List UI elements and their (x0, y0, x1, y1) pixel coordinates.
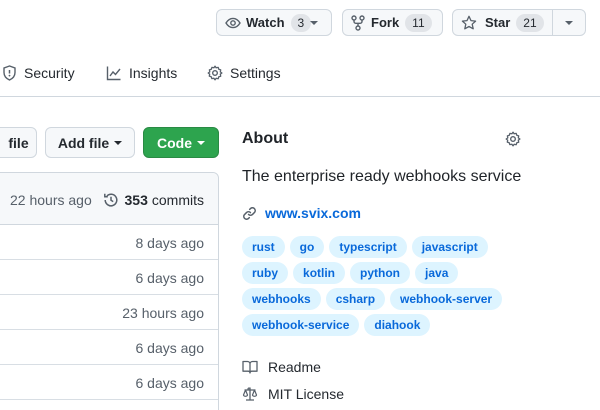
table-row[interactable]: 6 days ago (0, 260, 218, 295)
add-file-button[interactable]: Add file (45, 127, 135, 158)
topic-tag[interactable]: webhook-service (242, 314, 360, 336)
watch-dropdown[interactable] (305, 10, 324, 35)
fork-count: 11 (405, 13, 432, 32)
table-row[interactable]: 23 hours ago (0, 295, 218, 330)
topic-tag[interactable]: webhook-server (390, 288, 503, 310)
latest-commit-bar: 22 hours ago 353 commits (0, 173, 218, 225)
topic-tag[interactable]: typescript (329, 236, 407, 258)
graph-icon (106, 65, 122, 81)
repo-description: The enterprise ready webhooks service (242, 168, 522, 185)
tab-security-label: Security (24, 65, 75, 81)
about-settings-button[interactable] (505, 131, 521, 152)
last-commit-time: 22 hours ago (10, 192, 92, 208)
readme-link[interactable]: Readme (242, 359, 321, 375)
star-count: 21 (516, 13, 544, 32)
license-link[interactable]: MIT License (242, 386, 344, 402)
star-button-group: Star 21 (452, 9, 586, 36)
link-icon (242, 206, 257, 221)
watch-button-group: Watch 3 (216, 9, 332, 36)
website-url: www.svix.com (265, 205, 361, 221)
topic-tag[interactable]: kotlin (293, 262, 346, 284)
history-icon (103, 192, 119, 208)
watch-button[interactable]: Watch 3 (217, 10, 312, 35)
tab-security[interactable]: Security (2, 65, 75, 81)
readme-label: Readme (268, 359, 321, 375)
fork-button-group: Fork 11 (342, 9, 443, 36)
book-icon (242, 359, 258, 375)
watch-label: Watch (246, 15, 285, 30)
table-row[interactable]: 8 days ago (0, 225, 218, 260)
code-button[interactable]: Code (143, 127, 219, 158)
go-to-file-label: file (8, 134, 29, 151)
about-heading: About (242, 130, 289, 147)
topic-tag[interactable]: csharp (325, 288, 386, 310)
go-to-file-button[interactable]: file (0, 127, 37, 158)
fork-button[interactable]: Fork 11 (343, 10, 442, 35)
tab-insights[interactable]: Insights (106, 65, 177, 81)
topic-tag[interactable]: rust (242, 236, 285, 258)
chevron-down-icon (310, 20, 318, 25)
topic-tag[interactable]: java (415, 262, 459, 284)
topic-tag[interactable]: webhooks (242, 288, 321, 310)
fork-label: Fork (371, 15, 400, 30)
topic-tag[interactable]: javascript (411, 236, 488, 258)
gear-icon (207, 65, 223, 81)
gear-icon (505, 131, 521, 147)
fork-icon (351, 14, 365, 31)
license-label: MIT License (268, 386, 344, 402)
table-row[interactable]: 6 days ago (0, 365, 218, 400)
file-age: 6 days ago (135, 270, 205, 286)
topic-tag[interactable]: python (350, 262, 411, 284)
topic-tag[interactable]: diahook (364, 314, 431, 336)
file-list-panel: 22 hours ago 353 commits 8 days ago 6 da… (0, 172, 219, 410)
tab-insights-label: Insights (129, 65, 178, 81)
tab-settings-label: Settings (230, 65, 281, 81)
topic-list: rust go typescript javascript ruby kotli… (242, 236, 542, 340)
star-icon (461, 15, 477, 31)
law-icon (242, 386, 258, 402)
star-dropdown[interactable] (552, 10, 585, 35)
chevron-down-icon (197, 140, 205, 145)
chevron-down-icon (114, 140, 123, 145)
topic-tag[interactable]: go (289, 236, 325, 258)
topic-tag[interactable]: ruby (242, 262, 289, 284)
repo-tab-bar: Security Insights Settings (0, 52, 600, 97)
commits-label: commits (151, 192, 204, 208)
file-age: 6 days ago (135, 375, 205, 391)
chevron-down-icon (565, 20, 574, 25)
eye-icon (225, 15, 241, 31)
star-label: Star (485, 15, 511, 30)
shield-icon (2, 65, 17, 81)
tab-settings[interactable]: Settings (207, 65, 281, 81)
file-age: 23 hours ago (122, 305, 204, 321)
star-button[interactable]: Star 21 (453, 10, 552, 35)
file-age: 6 days ago (135, 340, 205, 356)
code-label: Code (157, 134, 192, 151)
table-row[interactable]: 6 days ago (0, 330, 218, 365)
add-file-label: Add file (57, 134, 110, 151)
commits-link[interactable]: 353 commits (103, 192, 204, 208)
website-link[interactable]: www.svix.com (242, 205, 361, 221)
file-age: 8 days ago (135, 235, 205, 251)
commit-count: 353 (124, 192, 148, 208)
